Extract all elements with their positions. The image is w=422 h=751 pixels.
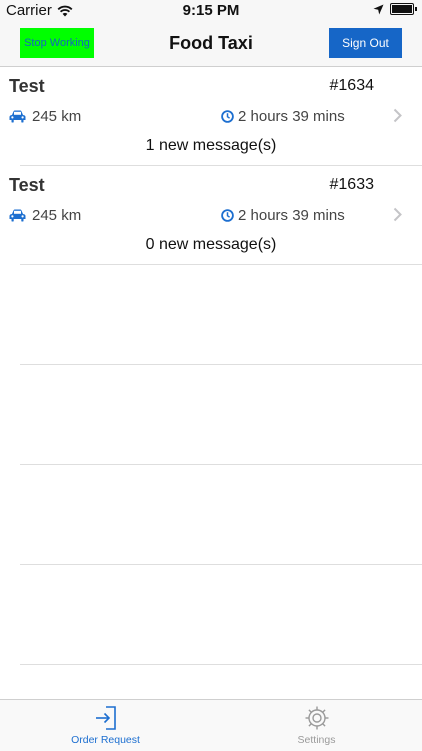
- new-messages-count: 0 new message(s): [145, 236, 277, 253]
- tab-label: Order Request: [71, 734, 140, 746]
- chevron-right-icon: [393, 206, 402, 227]
- sign-out-button[interactable]: Sign Out: [329, 28, 402, 58]
- chevron-right-icon: [393, 107, 402, 128]
- order-row[interactable]: Test #1633 245 km 2 hours 39 mins 0 new …: [0, 166, 422, 265]
- car-icon: [9, 110, 26, 123]
- eta-value: 2 hours 39 mins: [238, 108, 345, 125]
- gear-icon: [305, 706, 328, 730]
- status-bar: Carrier 9:15 PM: [0, 0, 422, 22]
- location-arrow-icon: [373, 4, 384, 14]
- order-row[interactable]: Test #1634 245 km 2 hours 39 mins 1 new …: [0, 67, 422, 166]
- battery-icon: [390, 3, 417, 15]
- order-number: #1634: [329, 77, 375, 94]
- eta-value: 2 hours 39 mins: [238, 207, 345, 224]
- empty-row: [0, 565, 422, 665]
- order-customer-name: Test: [9, 175, 45, 195]
- clock: 9:15 PM: [182, 2, 240, 19]
- car-icon: [9, 209, 26, 222]
- order-distance: 245 km: [9, 207, 81, 224]
- order-eta: 2 hours 39 mins: [221, 108, 345, 125]
- navigation-bar: Stop Working Food Taxi Sign Out: [0, 22, 422, 67]
- tab-settings[interactable]: Settings: [211, 705, 422, 746]
- order-distance: 245 km: [9, 108, 81, 125]
- new-messages-count: 1 new message(s): [145, 137, 277, 154]
- empty-row: [0, 265, 422, 365]
- distance-value: 245 km: [32, 207, 82, 224]
- row-divider: [20, 664, 422, 665]
- tab-label: Settings: [297, 734, 336, 746]
- empty-row: [0, 465, 422, 565]
- distance-value: 245 km: [32, 108, 82, 125]
- order-eta: 2 hours 39 mins: [221, 207, 345, 224]
- clock-icon: [221, 110, 234, 123]
- clock-icon: [221, 209, 234, 222]
- status-indicators: [373, 3, 417, 15]
- tab-order-request[interactable]: Order Request: [0, 705, 211, 746]
- order-customer-name: Test: [9, 76, 45, 96]
- sign-in-icon: [95, 706, 116, 730]
- empty-row: [0, 365, 422, 465]
- order-number: #1633: [329, 176, 375, 193]
- tab-bar: Order Request Settings: [0, 699, 422, 751]
- order-list: Test #1634 245 km 2 hours 39 mins 1 new …: [0, 67, 422, 665]
